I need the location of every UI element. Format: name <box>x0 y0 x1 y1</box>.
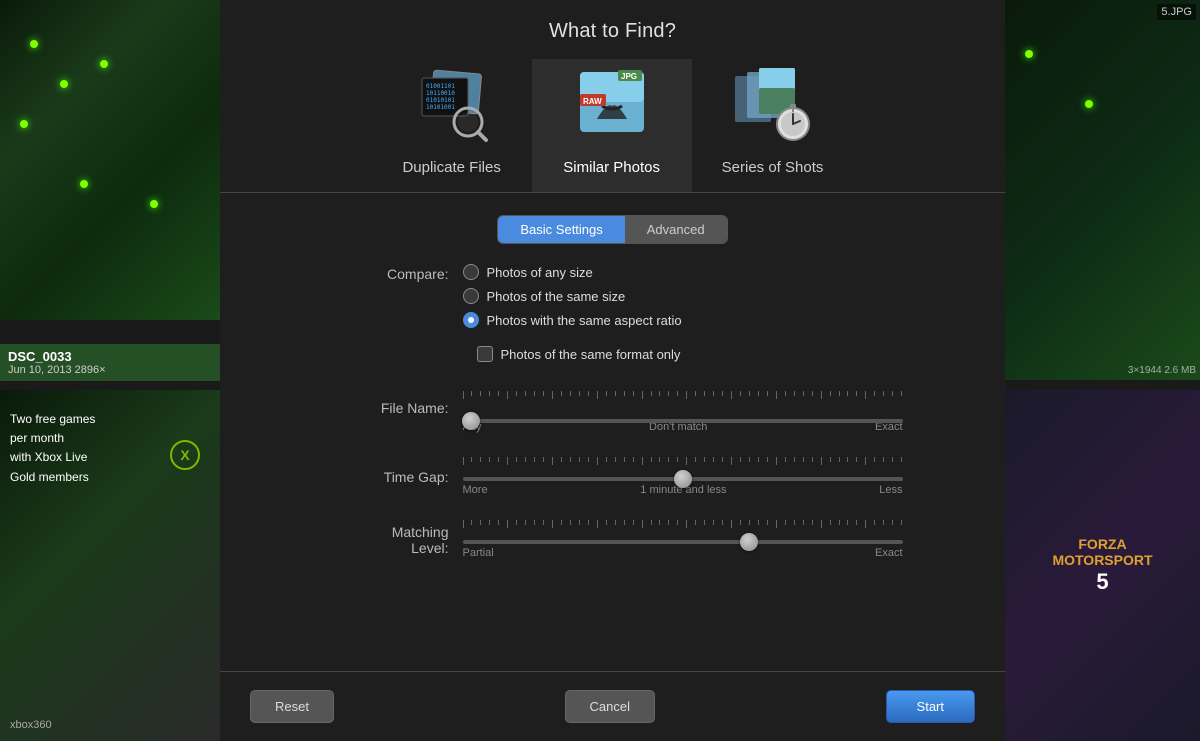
right-photo-filename: 5.JPG <box>1157 4 1196 20</box>
radio-same-ratio[interactable]: Photos with the same aspect ratio <box>463 312 682 328</box>
svg-text:01010101: 01010101 <box>426 97 455 104</box>
green-light-r1 <box>1025 50 1033 58</box>
time-gap-row: Time Gap: More 1 minute and less Less <box>353 455 873 496</box>
green-light-5 <box>80 180 88 188</box>
category-duplicate[interactable]: 01001101 10110010 01010101 10101001 Dupl… <box>372 59 532 192</box>
matching-level-thumb[interactable] <box>740 533 758 551</box>
duplicate-icon: 01001101 10110010 01010101 10101001 <box>407 59 497 149</box>
checkbox-same-format[interactable] <box>477 346 493 362</box>
matching-level-max: Exact <box>875 547 903 559</box>
photo-label-left: DSC_0033 Jun 10, 2013 2896× <box>0 344 220 381</box>
radio-btn-same-ratio[interactable] <box>463 312 479 328</box>
left-panel: Two free gamesper monthwith Xbox LiveGol… <box>0 0 220 741</box>
left-photo-filename: DSC_0033 <box>8 349 212 364</box>
dialog-overlay: What to Find? 01001101 10110010 01010101… <box>220 0 1005 741</box>
matching-level-track-outer <box>463 518 903 544</box>
matching-level-slider-container: Partial Exact <box>463 518 903 559</box>
green-light-2 <box>60 80 68 88</box>
radio-same-size[interactable]: Photos of the same size <box>463 288 682 304</box>
radio-label-same-ratio: Photos with the same aspect ratio <box>487 313 682 328</box>
compare-label: Compare: <box>353 264 463 282</box>
svg-text:10101001: 10101001 <box>426 104 455 111</box>
tab-basic[interactable]: Basic Settings <box>498 216 624 243</box>
svg-text:01001101: 01001101 <box>426 83 455 90</box>
tab-advanced[interactable]: Advanced <box>625 216 727 243</box>
bg-photo-top-left <box>0 0 220 320</box>
categories-row: 01001101 10110010 01010101 10101001 Dupl… <box>220 59 1005 193</box>
green-light-4 <box>100 60 108 68</box>
xbox360-logo: xbox360 <box>10 719 52 731</box>
dialog-buttons: Reset Cancel Start <box>220 671 1005 741</box>
radio-btn-same-size[interactable] <box>463 288 479 304</box>
category-series-label: Series of Shots <box>722 159 824 176</box>
matching-level-min: Partial <box>463 547 494 559</box>
checkbox-same-format-label: Photos of the same format only <box>501 347 681 362</box>
right-panel: Sort by Date ▾ 5.JPG 3×1944 2.6 MB FORZA… <box>1005 0 1200 741</box>
xbox-promo-text: Two free gamesper monthwith Xbox LiveGol… <box>10 412 95 484</box>
time-gap-track[interactable] <box>463 477 903 481</box>
file-name-label: File Name: <box>353 398 463 416</box>
reset-button[interactable]: Reset <box>250 690 334 723</box>
file-name-row: File Name: <box>353 380 873 433</box>
time-gap-slider-container: More 1 minute and less Less <box>463 455 903 496</box>
start-button[interactable]: Start <box>886 690 975 723</box>
forza-title: FORZAMOTORSPORT5 <box>1052 536 1152 596</box>
category-series[interactable]: Series of Shots <box>692 59 854 192</box>
time-gap-track-outer <box>463 455 903 481</box>
left-photo-info: Jun 10, 2013 2896× <box>8 364 212 376</box>
radio-label-same-size: Photos of the same size <box>487 289 626 304</box>
matching-level-label: Matching Level: <box>353 522 463 556</box>
time-gap-label: Time Gap: <box>353 467 463 485</box>
file-name-track[interactable] <box>463 419 903 423</box>
matching-level-labels: Partial Exact <box>463 547 903 559</box>
similar-icon: RAW JPG <box>567 59 657 149</box>
forza-game-box: FORZAMOTORSPORT5 <box>1005 390 1200 741</box>
green-light-1 <box>30 40 38 48</box>
dialog-title: What to Find? <box>549 20 676 43</box>
xbox-logo: X <box>170 440 200 470</box>
radio-label-any-size: Photos of any size <box>487 265 593 280</box>
series-icon <box>728 59 818 149</box>
tab-bar: Basic Settings Advanced <box>497 215 727 244</box>
svg-text:JPG: JPG <box>621 72 637 81</box>
time-gap-max: Less <box>879 484 902 496</box>
time-gap-thumb[interactable] <box>674 470 692 488</box>
file-name-track-outer <box>463 389 903 423</box>
category-similar-label: Similar Photos <box>563 159 660 176</box>
green-light-6 <box>150 200 158 208</box>
file-name-slider-container: Any Don't match Exact <box>463 380 903 433</box>
radio-any-size[interactable]: Photos of any size <box>463 264 682 280</box>
svg-text:10110010: 10110010 <box>426 90 455 97</box>
matching-level-track[interactable] <box>463 540 903 544</box>
matching-level-row: Matching Level: Partial Exact <box>353 518 873 559</box>
green-light-r2 <box>1085 100 1093 108</box>
file-name-thumb[interactable] <box>462 412 480 430</box>
svg-text:RAW: RAW <box>583 97 602 106</box>
compare-row: Compare: Photos of any size Photos of th… <box>353 264 873 328</box>
file-name-track-wrap <box>463 394 903 418</box>
radio-btn-any-size[interactable] <box>463 264 479 280</box>
checkbox-same-format-row: Photos of the same format only <box>353 346 873 362</box>
cancel-button[interactable]: Cancel <box>565 690 655 723</box>
category-similar[interactable]: RAW JPG Similar Photos <box>532 59 692 192</box>
bg-photo-top-right: 5.JPG 3×1944 2.6 MB <box>1005 0 1200 380</box>
category-duplicate-label: Duplicate Files <box>402 159 500 176</box>
bg-photo-bottom-left: Two free gamesper monthwith Xbox LiveGol… <box>0 390 220 741</box>
time-gap-min: More <box>463 484 488 496</box>
right-photo-info: 3×1944 2.6 MB <box>1128 365 1196 376</box>
green-light-3 <box>20 120 28 128</box>
bg-photo-bottom-right: FORZAMOTORSPORT5 <box>1005 390 1200 741</box>
settings-panel: Compare: Photos of any size Photos of th… <box>353 264 873 577</box>
compare-radio-group: Photos of any size Photos of the same si… <box>463 264 682 328</box>
